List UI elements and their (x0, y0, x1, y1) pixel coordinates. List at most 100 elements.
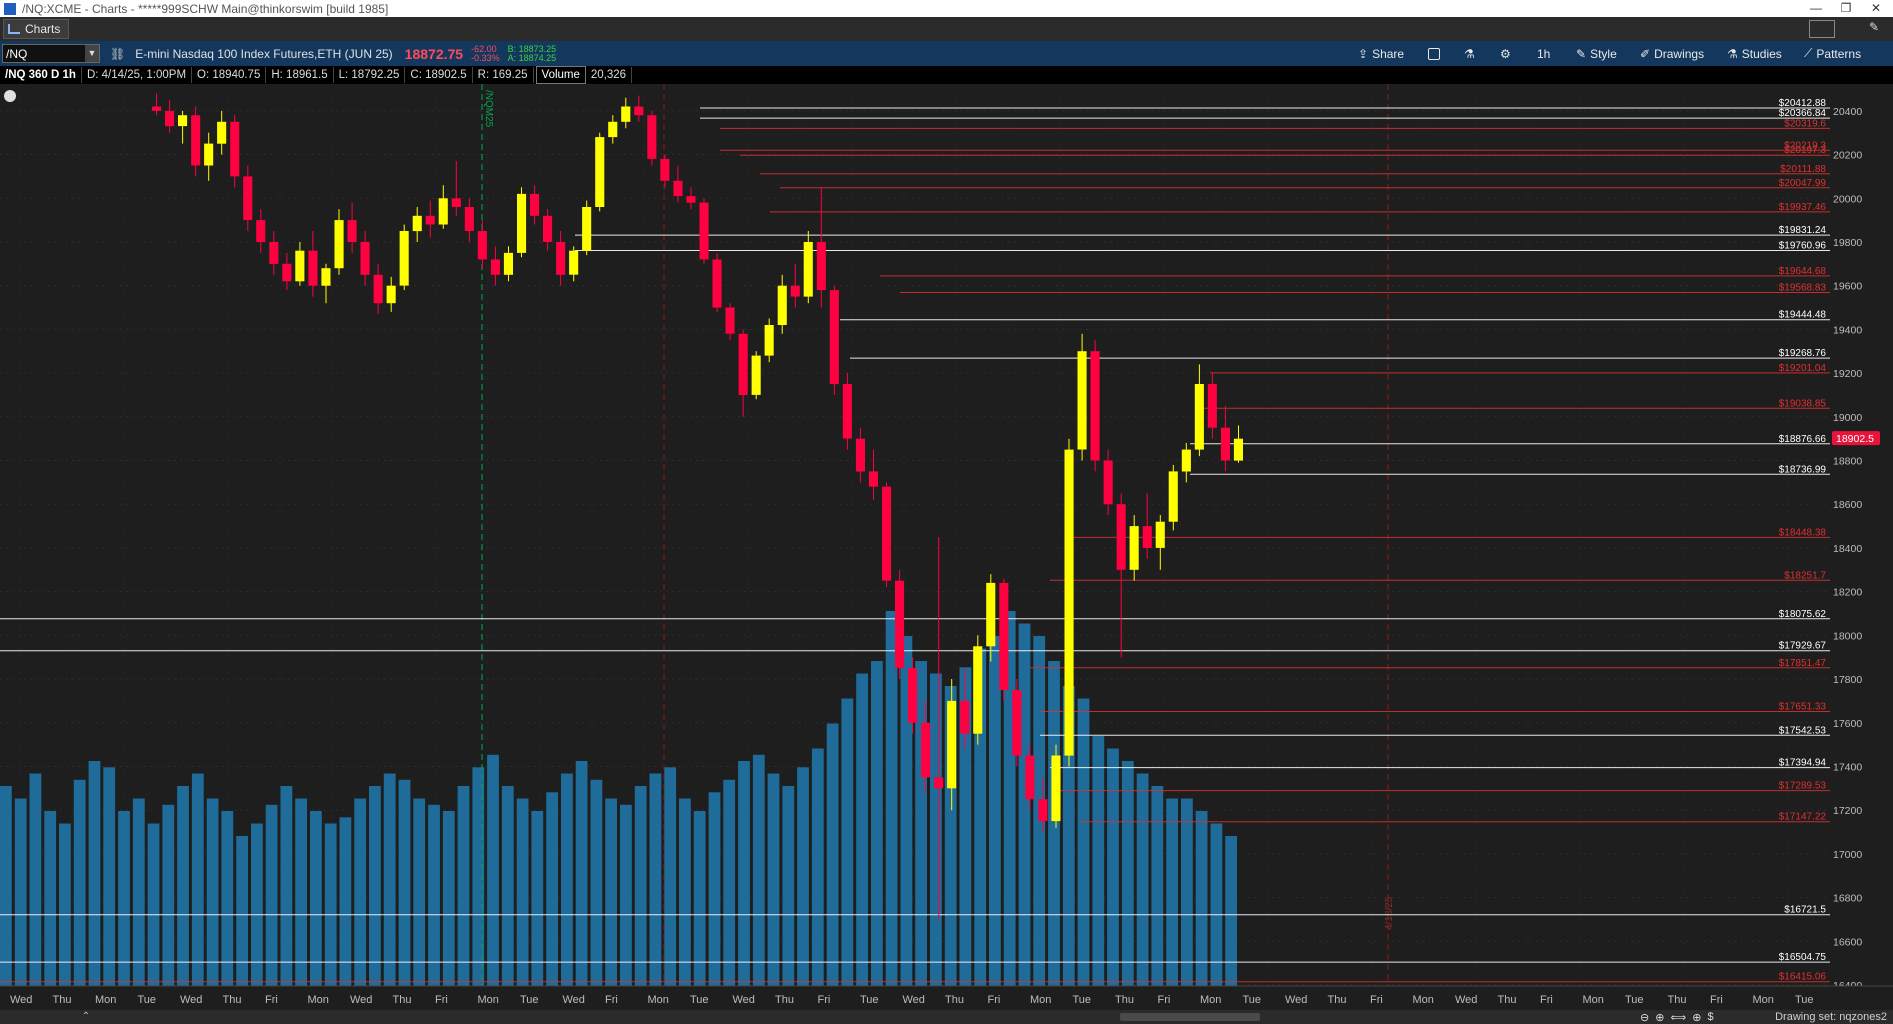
candle-body (360, 242, 370, 275)
volume-bar (1181, 798, 1193, 986)
drawings-icon: ✐ (1640, 46, 1651, 61)
volume-bar (398, 779, 411, 987)
time-axis-tick: Wed (1455, 994, 1477, 1006)
price-axis-tick: 20200 (1833, 150, 1862, 162)
candle-body (738, 333, 748, 395)
share-icon: ⇪ (1358, 46, 1369, 61)
gear-icon: ⚙ (1500, 46, 1511, 61)
minimize-button[interactable]: — (1801, 0, 1831, 17)
volume-bar (354, 798, 367, 986)
restore-button[interactable]: ❐ (1831, 0, 1861, 17)
crosshair-icon[interactable]: ⊕ (1692, 1011, 1701, 1024)
price-level-label: $17651.33 (1779, 702, 1827, 713)
time-axis-tick: Fri (435, 994, 448, 1006)
time-axis-tick: Mon (1583, 994, 1604, 1006)
price-axis-tick: 20000 (1833, 193, 1862, 205)
volume-value: 20,326 (586, 67, 633, 83)
pin-icon[interactable]: ✎ (1869, 20, 1879, 34)
price-level-label: $19831.24 (1779, 225, 1827, 236)
time-axis-tick: Thu (223, 994, 242, 1006)
volume-bar (1136, 773, 1149, 986)
candle-body (178, 115, 188, 127)
price-axis-tick: 18800 (1833, 456, 1862, 468)
candle-body (921, 722, 931, 778)
instrument-description: E-mini Nasdaq 100 Index Futures,ETH (JUN… (135, 46, 393, 61)
volume-label: Volume (535, 66, 586, 84)
layout-icon[interactable] (1809, 20, 1835, 38)
snapshot-button[interactable] (1428, 41, 1440, 66)
link-icon[interactable]: ⛓ (110, 47, 125, 61)
volume-bar (280, 786, 293, 986)
style-button[interactable]: ✎ Style (1576, 41, 1617, 66)
volume-bar (1195, 811, 1208, 986)
candle-body (673, 180, 683, 197)
volume-bar (501, 786, 514, 986)
volume-bar (310, 811, 322, 986)
price-level-label: $17289.53 (1779, 781, 1827, 792)
timeframe-button[interactable]: 1h (1537, 41, 1550, 66)
patterns-icon: ⟋ (1804, 46, 1813, 60)
chart-id: /NQ 360 D 1h (0, 67, 82, 83)
candle-body (621, 106, 631, 122)
flask-button[interactable]: ⚗ (1464, 41, 1475, 66)
studies-icon: ⚗ (1727, 46, 1738, 61)
candle-body (595, 137, 605, 207)
price-chart[interactable]: /NQM254/18/25$20412.88$20366.84$20319.6$… (0, 84, 1893, 1010)
candle-body (829, 290, 839, 385)
zoom-out-icon[interactable]: ⊖ (1640, 1011, 1649, 1024)
candle-body (295, 250, 305, 282)
price-axis-tick: 16800 (1833, 893, 1862, 905)
settings-button[interactable]: ⚙ (1500, 41, 1511, 66)
share-label: Share (1372, 46, 1405, 61)
price-level-label: $17851.47 (1779, 658, 1827, 669)
share-button[interactable]: ⇪ Share (1358, 41, 1404, 66)
candle-body (855, 438, 865, 472)
volume-bar (679, 798, 691, 986)
date-marker-label: 4/18/25 (1384, 896, 1395, 930)
time-axis-tick: Tue (138, 994, 157, 1006)
tab-charts[interactable]: Charts (3, 19, 70, 39)
candle-body (1181, 449, 1191, 472)
app-icon (4, 2, 16, 15)
price-level-label: $18448.38 (1779, 527, 1827, 538)
price-level-label: $18251.7 (1784, 570, 1826, 581)
candle-body (191, 115, 201, 166)
bar-low: L: 18792.25 (334, 67, 406, 83)
collapse-icon[interactable]: ⌃ (78, 1010, 94, 1024)
price-level-label: $20319.6 (1784, 118, 1826, 129)
zoom-in-icon[interactable]: ⊕ (1655, 1011, 1664, 1024)
pan-icon[interactable]: ⟺ (1670, 1011, 1686, 1024)
drawings-button[interactable]: ✐ Drawings (1640, 41, 1704, 66)
bar-date: D: 4/14/25, 1:00PM (82, 67, 193, 83)
alert-icon[interactable] (4, 90, 16, 102)
volume-bar (487, 754, 499, 987)
volume-bar (561, 773, 573, 986)
time-axis-tick: Wed (903, 994, 925, 1006)
horizontal-scrollbar[interactable] (1120, 1013, 1260, 1021)
last-price: 18872.75 (404, 45, 464, 62)
studies-button[interactable]: ⚗ Studies (1727, 41, 1782, 66)
volume-bar (841, 698, 854, 986)
patterns-button[interactable]: ⟋ Patterns (1804, 41, 1861, 66)
volume-bar (708, 792, 721, 987)
dollar-icon[interactable]: $ (1707, 1011, 1713, 1023)
time-axis-tick: Thu (53, 994, 72, 1006)
symbol-input[interactable]: /NQ (6, 47, 27, 61)
candle-body (543, 215, 553, 242)
candle-body (152, 106, 162, 111)
close-button[interactable]: ✕ (1861, 0, 1891, 17)
chevron-down-icon[interactable]: ▼ (85, 45, 99, 62)
candle-body (947, 700, 957, 789)
symbol-selector[interactable]: /NQ ▼ (2, 44, 100, 63)
volume-bar (620, 804, 632, 987)
volume-bar (29, 773, 42, 986)
price-axis-tick: 18600 (1833, 499, 1862, 511)
candle-body (373, 274, 383, 304)
volume-bar (1107, 748, 1119, 986)
volume-bar (930, 673, 942, 986)
price-level-label: $17929.67 (1779, 641, 1827, 652)
volume-bar (767, 773, 780, 986)
pct-change-value: -0.33% (471, 52, 500, 63)
price-axis-tick: 19200 (1833, 368, 1862, 380)
time-axis-tick: Fri (265, 994, 278, 1006)
